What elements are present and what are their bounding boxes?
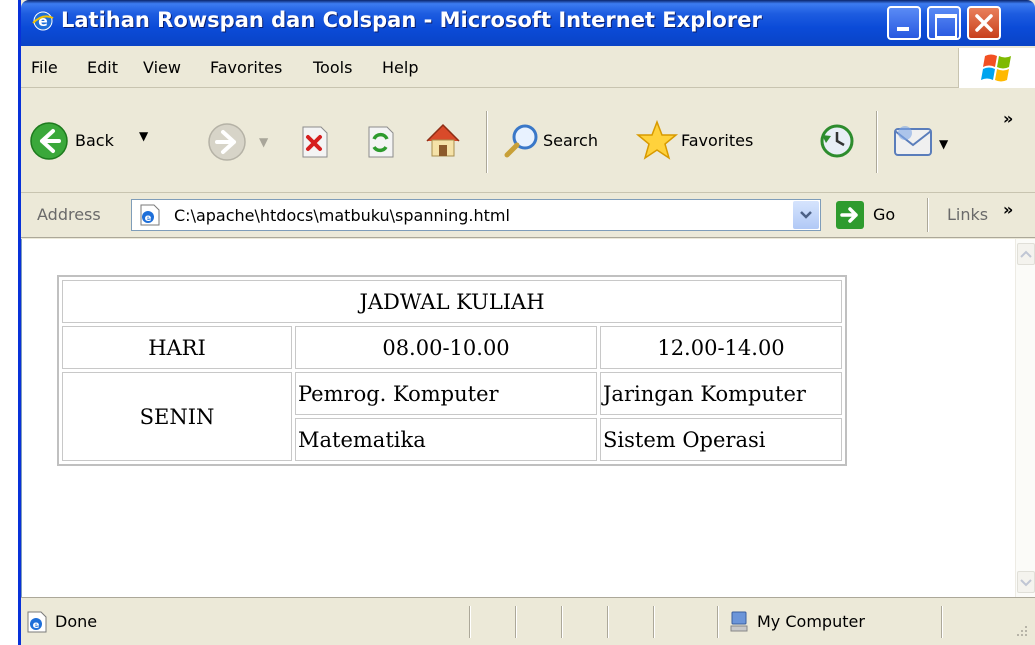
chevron-down-icon bbox=[1020, 579, 1032, 587]
menu-favorites[interactable]: Favorites bbox=[210, 58, 282, 77]
favorites-label: Favorites bbox=[681, 131, 754, 150]
toolbar-separator-2 bbox=[876, 111, 878, 173]
page-content: JADWAL KULIAH HARI 08.00-10.00 12.00-14.… bbox=[21, 239, 1015, 597]
header-slot-2: 12.00-14.00 bbox=[600, 326, 842, 369]
status-separator bbox=[653, 606, 655, 638]
zone-text: My Computer bbox=[757, 612, 865, 631]
vertical-scrollbar[interactable] bbox=[1015, 239, 1035, 597]
scroll-up-button[interactable] bbox=[1017, 243, 1035, 265]
close-button[interactable] bbox=[967, 6, 1001, 40]
back-label: Back bbox=[75, 131, 114, 150]
address-separator bbox=[927, 198, 929, 232]
windows-logo-icon bbox=[958, 48, 1035, 88]
back-button[interactable]: Back ▼ bbox=[27, 115, 199, 167]
title-bar[interactable]: e Latihan Rowspan dan Colspan - Microsof… bbox=[21, 0, 1035, 46]
table-title-row: JADWAL KULIAH bbox=[62, 280, 842, 323]
mail-icon[interactable] bbox=[893, 123, 937, 159]
status-separator bbox=[717, 606, 719, 638]
status-text: Done bbox=[55, 612, 98, 631]
schedule-table: JADWAL KULIAH HARI 08.00-10.00 12.00-14.… bbox=[57, 275, 847, 466]
links-label[interactable]: Links bbox=[947, 205, 988, 224]
ie-icon: e bbox=[31, 9, 55, 33]
table-cell: Sistem Operasi bbox=[600, 418, 842, 461]
status-bar: e Done My Computer bbox=[21, 597, 1035, 645]
search-button[interactable]: Search bbox=[501, 117, 621, 165]
go-label: Go bbox=[873, 205, 896, 224]
status-separator bbox=[469, 606, 471, 638]
menu-edit[interactable]: Edit bbox=[87, 58, 118, 77]
stop-icon[interactable] bbox=[297, 125, 331, 159]
page-icon: e bbox=[140, 204, 160, 226]
table-cell: Jaringan Komputer bbox=[600, 372, 842, 415]
back-arrow-icon bbox=[30, 122, 68, 160]
day-cell: SENIN bbox=[62, 372, 292, 461]
address-input[interactable]: C:\apache\htdocs\matbuku\spanning.html bbox=[174, 206, 510, 225]
menu-file[interactable]: File bbox=[31, 58, 58, 77]
standard-toolbar: Back ▼ ▼ Search Favorites ▼ » bbox=[21, 89, 1035, 193]
svg-text:e: e bbox=[33, 620, 40, 631]
svg-text:e: e bbox=[145, 213, 152, 224]
menu-view[interactable]: View bbox=[143, 58, 181, 77]
favorites-star-icon bbox=[635, 119, 679, 160]
home-icon[interactable] bbox=[423, 121, 463, 161]
favorites-button[interactable]: Favorites bbox=[635, 115, 795, 167]
table-row: SENIN Pemrog. Komputer Jaringan Komputer bbox=[62, 372, 842, 461]
chevron-up-icon bbox=[1020, 250, 1032, 258]
menu-help[interactable]: Help bbox=[382, 58, 418, 77]
address-dropdown-button[interactable] bbox=[793, 201, 819, 229]
table-cell: Matematika bbox=[295, 418, 597, 461]
links-chevron-icon[interactable]: » bbox=[1003, 200, 1013, 219]
minimize-button[interactable] bbox=[887, 6, 921, 40]
status-separator bbox=[561, 606, 563, 638]
refresh-icon[interactable] bbox=[363, 125, 397, 159]
maximize-button[interactable] bbox=[927, 6, 961, 40]
browser-window: e Latihan Rowspan dan Colspan - Microsof… bbox=[18, 0, 1035, 645]
scroll-down-button[interactable] bbox=[1017, 571, 1035, 593]
page-done-icon: e bbox=[27, 611, 47, 633]
forward-arrow-icon[interactable] bbox=[207, 122, 247, 162]
header-slot-1: 08.00-10.00 bbox=[295, 326, 597, 369]
address-bar: Address e C:\apache\htdocs\matbuku\spann… bbox=[21, 192, 1035, 238]
mail-dropdown-icon[interactable]: ▼ bbox=[939, 137, 948, 151]
my-computer-icon bbox=[730, 611, 748, 632]
header-day: HARI bbox=[62, 326, 292, 369]
go-arrow-icon bbox=[836, 201, 864, 229]
back-dropdown-icon[interactable]: ▼ bbox=[139, 129, 148, 143]
status-separator bbox=[607, 606, 609, 638]
close-icon bbox=[975, 14, 993, 32]
toolbar-separator bbox=[486, 111, 488, 173]
window-title: Latihan Rowspan dan Colspan - Microsoft … bbox=[61, 8, 762, 32]
search-icon bbox=[504, 124, 538, 158]
toolbar-chevron-icon[interactable]: » bbox=[1003, 109, 1013, 128]
address-field[interactable]: e C:\apache\htdocs\matbuku\spanning.html bbox=[131, 199, 821, 231]
menu-tools[interactable]: Tools bbox=[313, 58, 352, 77]
status-separator bbox=[941, 606, 943, 638]
address-label: Address bbox=[37, 205, 101, 224]
forward-dropdown-icon[interactable]: ▼ bbox=[259, 135, 268, 149]
table-header-row: HARI 08.00-10.00 12.00-14.00 bbox=[62, 326, 842, 369]
table-title: JADWAL KULIAH bbox=[62, 280, 842, 323]
resize-grip-icon[interactable] bbox=[1011, 622, 1031, 642]
menu-bar: File Edit View Favorites Tools Help bbox=[21, 46, 1035, 88]
status-separator bbox=[515, 606, 517, 638]
search-label: Search bbox=[543, 131, 598, 150]
history-icon[interactable] bbox=[817, 121, 857, 161]
chevron-down-icon bbox=[800, 211, 812, 219]
table-cell: Pemrog. Komputer bbox=[295, 372, 597, 415]
